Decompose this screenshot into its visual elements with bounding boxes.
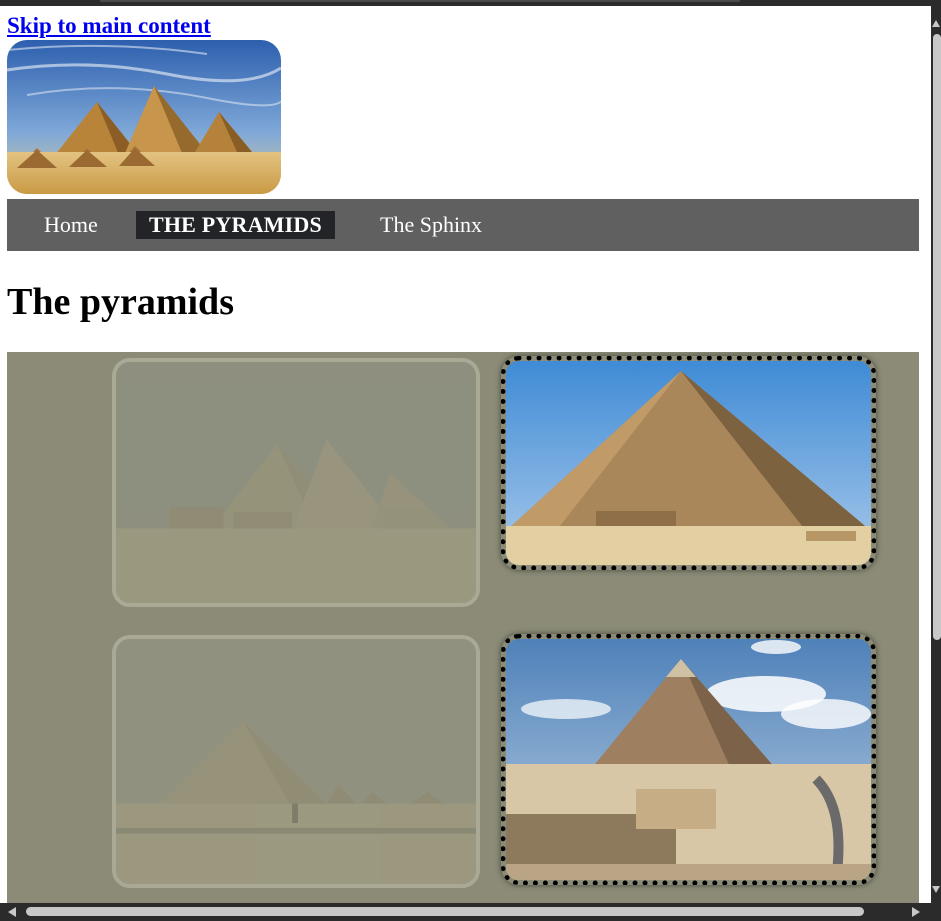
page-viewport: Skip to main content Home THE PYRAMIDS T…	[0, 6, 931, 903]
site-logo-pyramids[interactable]	[7, 40, 281, 194]
scroll-left-arrow-icon[interactable]	[8, 907, 16, 917]
vertical-scroll-thumb[interactable]	[933, 34, 941, 640]
scroll-right-arrow-icon[interactable]	[912, 907, 920, 917]
nav-item-home[interactable]: Home	[44, 211, 98, 239]
scrollbar-corner	[931, 903, 941, 921]
nav-item-the-sphinx[interactable]: The Sphinx	[380, 211, 482, 239]
scroll-down-arrow-icon[interactable]	[932, 886, 940, 893]
horizontal-scroll-thumb[interactable]	[26, 907, 864, 916]
skip-to-content-link[interactable]: Skip to main content	[7, 13, 211, 39]
gallery-image-pyramid-desert-faded[interactable]	[112, 635, 480, 888]
horizontal-scrollbar[interactable]	[0, 903, 931, 921]
main-navigation: Home THE PYRAMIDS The Sphinx	[7, 199, 919, 251]
vertical-scrollbar[interactable]	[931, 6, 941, 903]
gallery-image-pyramid-and-sphinx-selected[interactable]	[501, 634, 876, 885]
gallery-image-giza-pyramids-faded[interactable]	[112, 358, 480, 607]
nav-item-the-pyramids[interactable]: THE PYRAMIDS	[136, 211, 335, 239]
image-gallery	[7, 352, 919, 903]
gallery-image-great-pyramid-selected[interactable]	[501, 356, 876, 570]
page-title: The pyramids	[7, 281, 234, 323]
tab-strip-hint	[100, 0, 740, 2]
scroll-up-arrow-icon[interactable]	[932, 20, 940, 27]
